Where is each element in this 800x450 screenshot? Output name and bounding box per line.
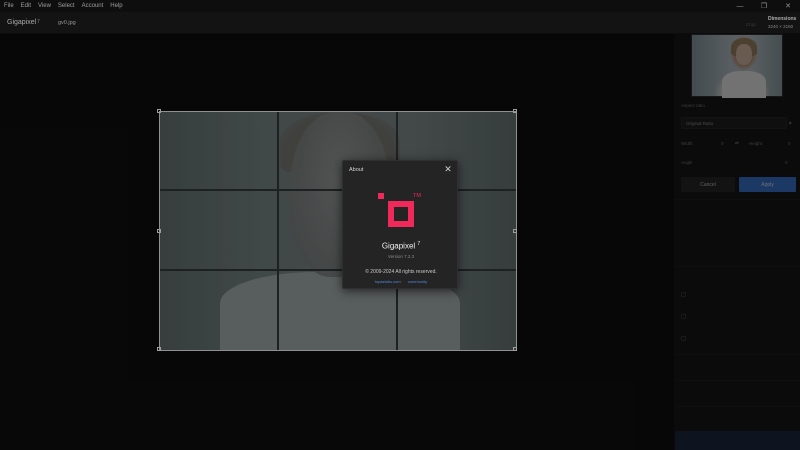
about-dialog: About ✕ TM Gigapixel 7 Version 7.2.3 © 2… bbox=[342, 160, 458, 289]
gigapixel-logo-icon: TM bbox=[378, 193, 421, 227]
dialog-copyright: © 2009-2024 All rights reserved. bbox=[365, 269, 437, 275]
dialog-title: About bbox=[349, 167, 364, 173]
close-icon[interactable]: ✕ bbox=[443, 164, 453, 174]
dialog-app-name-text: Gigapixel bbox=[381, 241, 416, 251]
dialog-links: topazlabs.com community bbox=[343, 279, 459, 284]
website-link[interactable]: topazlabs.com bbox=[375, 279, 401, 284]
trademark-mark: TM bbox=[413, 193, 421, 199]
community-link[interactable]: community bbox=[408, 279, 427, 284]
dialog-app-name: Gigapixel 7 bbox=[343, 241, 459, 251]
dialog-app-major-version: 7 bbox=[417, 241, 421, 247]
dialog-version: Version 7.2.3 bbox=[387, 254, 415, 259]
